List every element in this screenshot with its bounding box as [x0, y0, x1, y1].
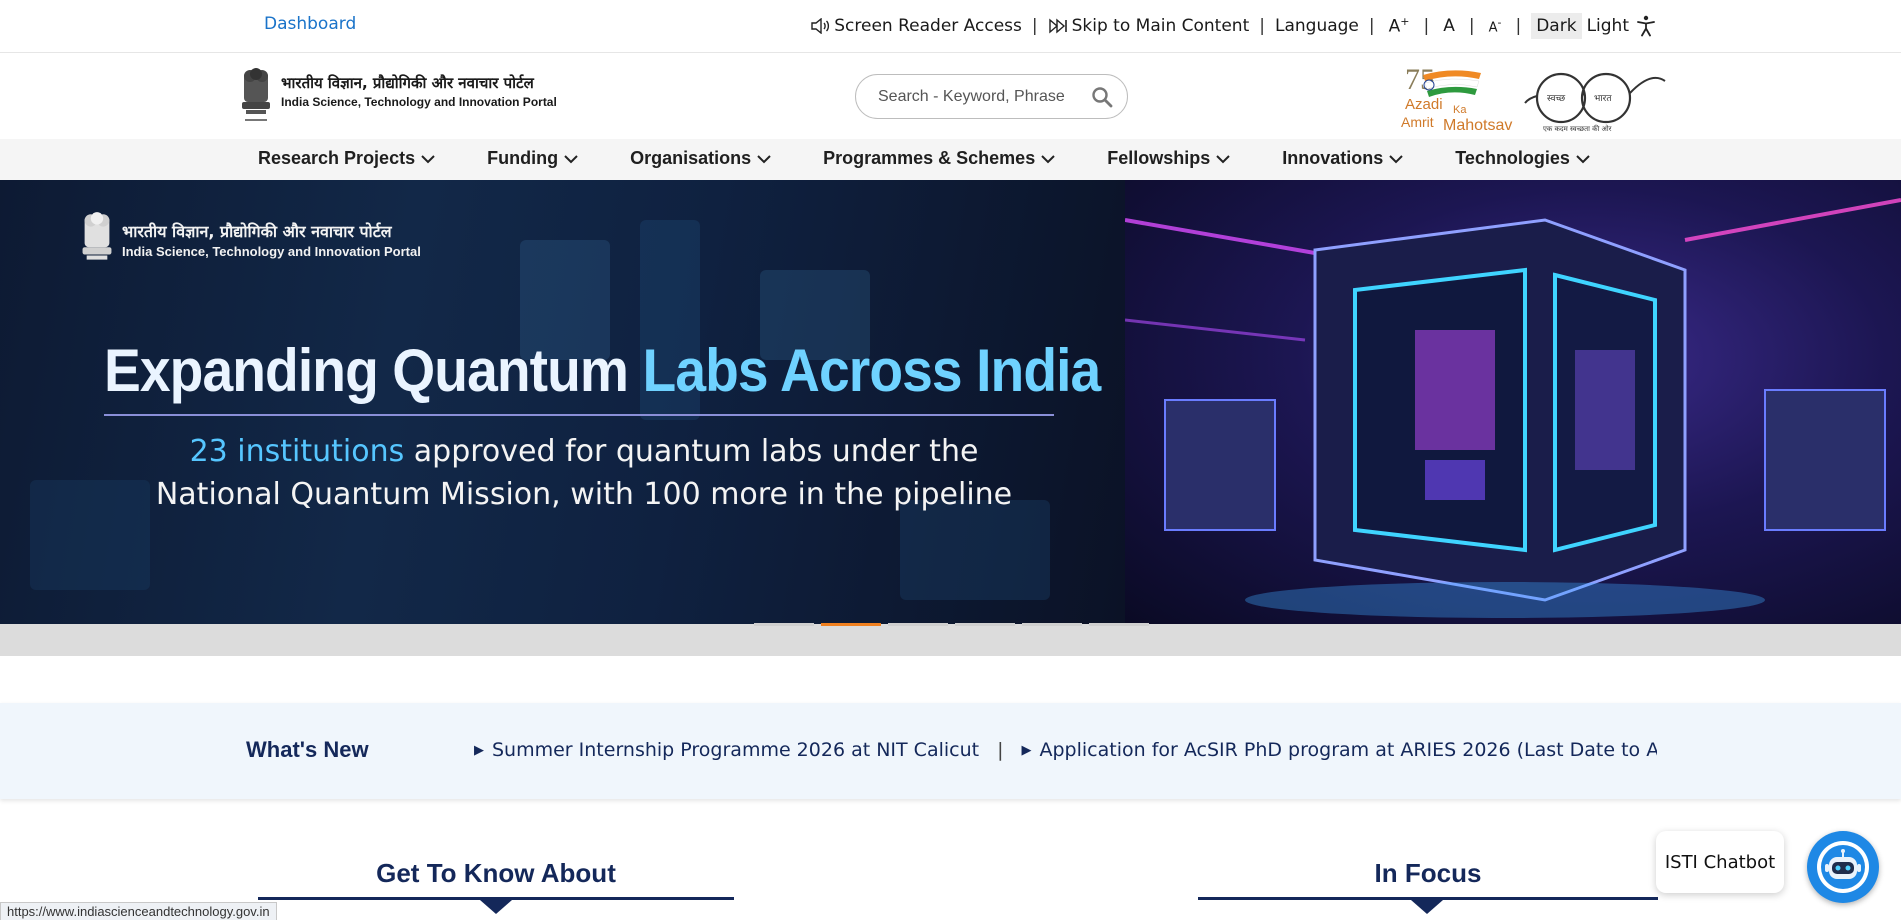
national-emblem-icon[interactable]	[238, 64, 274, 126]
carousel-dot-5[interactable]	[1022, 623, 1082, 626]
in-focus-heading: In Focus	[1374, 858, 1482, 888]
whats-new-item[interactable]: Summer Internship Programme 2026 at NIT …	[492, 739, 979, 761]
utility-bar: Dashboard Screen Reader Access | Skip to…	[0, 0, 1901, 53]
svg-text:Amrit: Amrit	[1401, 114, 1434, 130]
speaker-icon	[811, 18, 830, 34]
caret-right-icon: ▶	[1021, 742, 1032, 758]
nav-item-innovations[interactable]: Innovations	[1282, 148, 1403, 169]
skip-forward-icon	[1048, 18, 1067, 34]
site-header: भारतीय विज्ञान, प्रौद्योगिकी और नवाचार प…	[0, 53, 1901, 139]
search-input[interactable]	[878, 87, 1091, 106]
heading-pointer	[1411, 900, 1443, 914]
robot-icon	[1817, 841, 1869, 893]
hero-banner-slide[interactable]: भारतीय विज्ञान, प्रौद्योगिकी और नवाचार प…	[0, 180, 1901, 624]
carousel-strip	[0, 624, 1901, 656]
whats-new-ticker: ▶ Summer Internship Programme 2026 at NI…	[474, 739, 1657, 761]
banner-logo-english: India Science, Technology and Innovation…	[122, 244, 421, 259]
nav-item-technologies[interactable]: Technologies	[1455, 148, 1590, 169]
separator: |	[1368, 16, 1375, 36]
chevron-down-icon	[564, 154, 578, 163]
chevron-down-icon	[1576, 154, 1590, 163]
svg-text:स्वच्छ: स्वच्छ	[1547, 94, 1566, 104]
get-to-know-about-heading: Get To Know About	[376, 858, 616, 888]
heading-pointer	[480, 900, 512, 914]
chatbot-label[interactable]: ISTI Chatbot	[1656, 831, 1784, 893]
chatbot-button[interactable]	[1807, 831, 1879, 903]
screen-reader-label: Screen Reader Access	[834, 16, 1022, 36]
carousel-indicators	[754, 623, 1156, 626]
font-increase-button[interactable]: A+	[1389, 15, 1410, 37]
carousel-dot-1[interactable]	[754, 623, 814, 626]
separator: |	[1423, 16, 1430, 36]
nav-item-programmes-schemes[interactable]: Programmes & Schemes	[823, 148, 1055, 169]
nav-item-fellowships[interactable]: Fellowships	[1107, 148, 1230, 169]
carousel-dot-4[interactable]	[955, 623, 1015, 626]
dark-theme-button[interactable]: Dark	[1531, 13, 1582, 39]
banner-subtitle: 23 institutions approved for quantum lab…	[155, 434, 1013, 512]
separator: |	[997, 739, 1004, 761]
skip-main-label: Skip to Main Content	[1071, 16, 1250, 36]
chevron-down-icon	[1216, 154, 1230, 163]
banner-portal-logo: भारतीय विज्ञान, प्रौद्योगिकी और नवाचार प…	[78, 208, 421, 272]
portal-title-hindi: भारतीय विज्ञान, प्रौद्योगिकी और नवाचार प…	[281, 74, 534, 92]
banner-divider	[104, 414, 1054, 416]
separator: |	[1031, 16, 1038, 36]
browser-status-url: https://www.indiascienceandtechnology.go…	[0, 902, 277, 920]
main-navigation: Research Projects Funding Organisations …	[0, 139, 1901, 180]
chevron-down-icon	[1389, 154, 1403, 163]
accessibility-icon[interactable]	[1636, 15, 1656, 37]
light-theme-button[interactable]: Light	[1582, 13, 1634, 39]
dashboard-link[interactable]: Dashboard	[264, 14, 356, 34]
carousel-dot-3[interactable]	[888, 623, 948, 626]
accessibility-controls: Screen Reader Access | Skip to Main Cont…	[810, 13, 1656, 39]
font-decrease-button[interactable]: A-	[1489, 16, 1502, 35]
chevron-down-icon	[757, 154, 771, 163]
chevron-down-icon	[421, 154, 435, 163]
language-selector[interactable]: Language	[1275, 16, 1359, 36]
nav-item-funding[interactable]: Funding	[487, 148, 578, 169]
search-icon[interactable]	[1091, 86, 1113, 108]
swachh-bharat-logo[interactable]: स्वच्छ भारत एक कदम स्वच्छता की ओर	[1521, 63, 1667, 133]
caret-right-icon: ▶	[474, 742, 484, 758]
banner-headline: Expanding Quantum Labs Across India	[104, 337, 1101, 404]
skip-main-content-link[interactable]: Skip to Main Content	[1048, 16, 1250, 36]
banner-logo-hindi: भारतीय विज्ञान, प्रौद्योगिकी और नवाचार प…	[122, 222, 392, 241]
svg-text:भारत: भारत	[1594, 94, 1612, 104]
carousel-dot-2[interactable]	[821, 623, 881, 626]
azadi-ka-amrit-mahotsav-logo[interactable]: 75 Azadi Ka Amrit Mahotsav	[1401, 61, 1523, 133]
nav-item-organisations[interactable]: Organisations	[630, 148, 771, 169]
nav-item-research-projects[interactable]: Research Projects	[258, 148, 435, 169]
separator: |	[1259, 16, 1265, 36]
whats-new-title: What's New	[246, 737, 369, 762]
chevron-down-icon	[1041, 154, 1055, 163]
svg-text:Azadi: Azadi	[1405, 96, 1443, 113]
carousel-dot-6[interactable]	[1089, 623, 1149, 626]
font-normal-button[interactable]: A	[1443, 16, 1455, 36]
search-bar	[855, 74, 1128, 119]
quantum-lab-image	[1124, 180, 1901, 624]
svg-text:Mahotsav: Mahotsav	[1443, 117, 1512, 133]
separator: |	[1515, 16, 1522, 36]
whats-new-bar: What's New ▶ Summer Internship Programme…	[0, 703, 1901, 799]
portal-title-english: India Science, Technology and Innovation…	[281, 95, 557, 109]
svg-text:एक कदम स्वच्छता की ओर: एक कदम स्वच्छता की ओर	[1543, 124, 1612, 133]
national-emblem-icon	[82, 212, 112, 260]
separator: |	[1468, 16, 1475, 36]
whats-new-item[interactable]: Application for AcSIR PhD program at ARI…	[1040, 739, 1658, 761]
nav-menu: Research Projects Funding Organisations …	[258, 148, 1590, 169]
svg-text:Ka: Ka	[1453, 104, 1467, 116]
portal-title[interactable]: भारतीय विज्ञान, प्रौद्योगिकी और नवाचार प…	[281, 73, 557, 109]
quantum-computer-illustration	[1124, 198, 1901, 618]
screen-reader-access-link[interactable]: Screen Reader Access	[810, 16, 1022, 36]
